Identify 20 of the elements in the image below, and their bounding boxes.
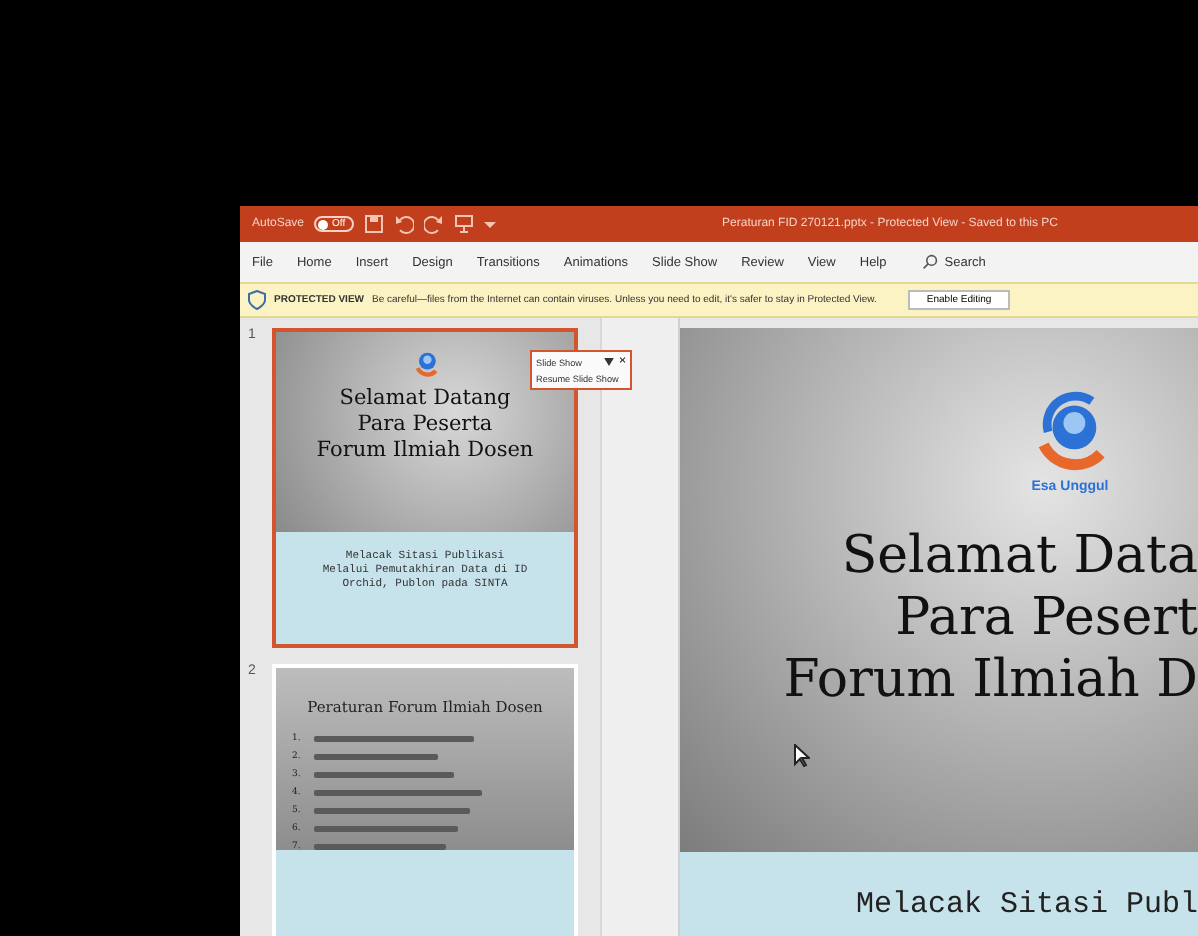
logo-icon [411,348,439,380]
slide-title-line: Forum Ilmiah Dosen [316,438,534,464]
mouse-pointer-icon [794,744,810,768]
blurred-text-drawing [314,826,458,832]
save-icon[interactable] [363,214,384,234]
blurred-text-drawing [314,844,446,850]
slide-title-line: Forum Ilmiah D [783,650,1198,712]
blurred-text-drawing [314,772,454,778]
blurred-text-drawing [314,754,438,760]
undo-icon[interactable] [393,214,414,234]
search-icon [922,254,939,270]
redo-icon[interactable] [423,214,444,234]
caret-icon[interactable] [604,358,615,366]
slide-subtitle: Melacak Sitasi Publ [855,888,1198,924]
presenter-icon[interactable] [453,214,474,234]
slide-title-line: Selamat Data [841,526,1198,588]
slide-title-line: Para Pesert [895,588,1198,650]
slide-title-line: Selamat Datang [339,386,511,412]
shield-icon [248,290,266,310]
slide-title-line: Para Peserta [357,412,493,438]
